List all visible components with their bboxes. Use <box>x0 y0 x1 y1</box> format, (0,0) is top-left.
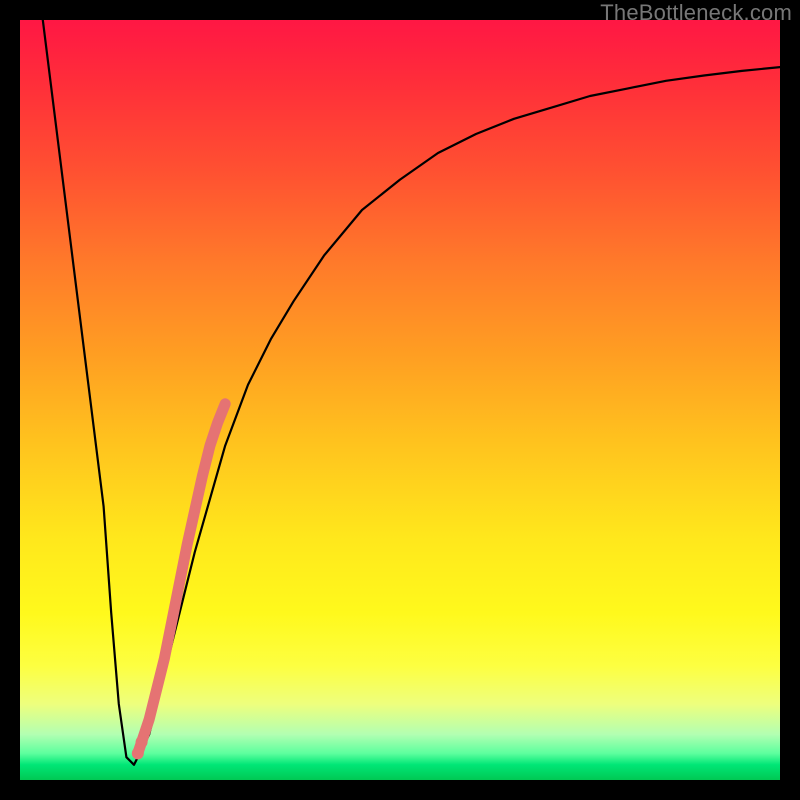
chart-svg <box>20 20 780 780</box>
chart-frame: TheBottleneck.com <box>0 0 800 800</box>
highlight-dot <box>132 747 144 759</box>
watermark-text: TheBottleneck.com <box>600 0 792 26</box>
bottleneck-curve <box>43 20 780 765</box>
highlight-segment <box>138 404 225 754</box>
highlight-dot <box>136 736 148 748</box>
